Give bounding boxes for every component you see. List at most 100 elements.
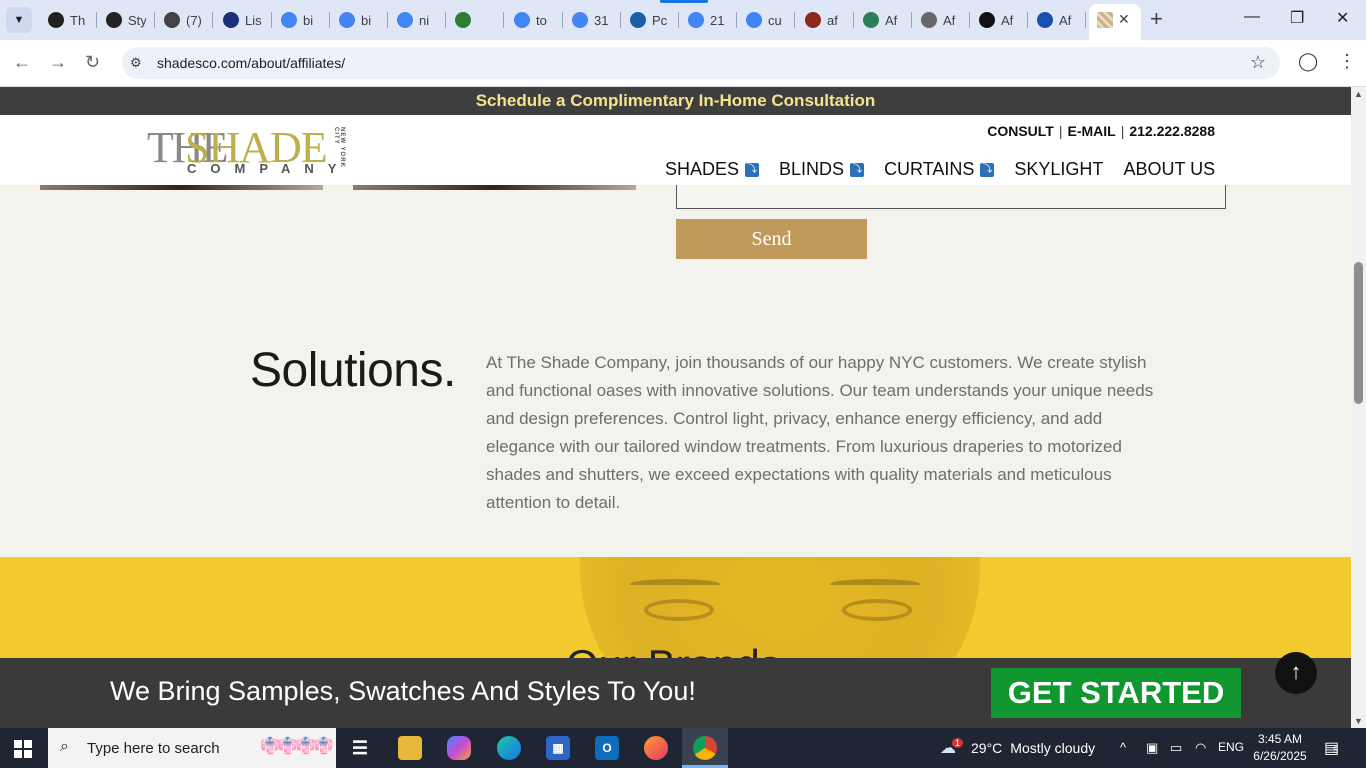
dropdown-arrow-icon[interactable]: ⤵ xyxy=(850,162,865,177)
page-scrollbar[interactable]: ▲ ▼ xyxy=(1351,87,1366,728)
face-brow-right xyxy=(830,579,920,589)
shade-company-logo[interactable]: THE SHADE COMPANY NEW YORK CITY xyxy=(147,123,347,179)
nav-item-blinds[interactable]: BLINDS ⤵ xyxy=(779,159,865,180)
nav-item-shades[interactable]: SHADES ⤵ xyxy=(665,159,760,180)
email-link[interactable]: E-MAIL xyxy=(1068,123,1116,139)
send-button[interactable]: Send xyxy=(676,219,867,259)
forward-button[interactable]: → xyxy=(49,52,67,73)
phone-link[interactable]: 212.222.8288 xyxy=(1129,123,1215,139)
language-indicator[interactable]: ENG xyxy=(1218,740,1244,754)
profile-icon[interactable]: ◯ xyxy=(1298,51,1318,72)
battery-icon[interactable]: ▭ xyxy=(1170,740,1182,756)
tab-title: Af xyxy=(1001,12,1014,28)
tab-separator xyxy=(794,12,795,28)
bookmark-star-icon[interactable]: ☆ xyxy=(1250,52,1266,73)
tab-separator xyxy=(620,12,621,28)
tab-title: af xyxy=(827,12,838,28)
taskbar-search-placeholder: Type here to search xyxy=(87,740,220,757)
tab[interactable]: Af xyxy=(913,6,971,34)
quora-icon xyxy=(164,12,180,28)
taskbar-clock[interactable]: 3:45 AM 6/26/2025 xyxy=(1250,731,1310,765)
tab-separator xyxy=(1085,12,1086,28)
chrome-taskbar-app[interactable] xyxy=(682,728,728,768)
tray-overflow-chevron-icon[interactable]: ^ xyxy=(1120,740,1126,755)
minimize-button[interactable]: — xyxy=(1244,8,1260,26)
tab-search-button[interactable]: ▼ xyxy=(6,7,32,33)
tab-separator xyxy=(969,12,970,28)
restore-button[interactable]: ❐ xyxy=(1290,8,1304,28)
tab-separator xyxy=(853,12,854,28)
consult-link[interactable]: CONSULT xyxy=(987,123,1054,139)
scroll-down-arrow-icon[interactable]: ▼ xyxy=(1354,716,1363,726)
nav-item-skylight[interactable]: SKYLIGHT xyxy=(1014,159,1103,180)
tab-separator xyxy=(911,12,912,28)
nav-item-curtains[interactable]: CURTAINS ⤵ xyxy=(884,159,995,180)
windows-start-button[interactable] xyxy=(14,740,32,758)
tab[interactable]: Th xyxy=(40,6,98,34)
tab[interactable]: Pc xyxy=(622,6,680,34)
scrollbar-thumb[interactable] xyxy=(1354,262,1363,404)
dropdown-arrow-icon[interactable]: ⤵ xyxy=(745,162,760,177)
nav-item-about-us[interactable]: ABOUT US xyxy=(1123,159,1215,180)
url-text[interactable]: shadesco.com/about/affiliates/ xyxy=(157,55,345,71)
tab[interactable]: Af xyxy=(971,6,1029,34)
tab-separator xyxy=(329,12,330,28)
nav-item-label: BLINDS xyxy=(779,159,845,179)
address-bar[interactable]: ⚙ shadesco.com/about/affiliates/ ☆ xyxy=(122,47,1280,79)
meet-now-icon[interactable]: ▣ xyxy=(1146,740,1158,756)
task-view-icon[interactable]: ☰ xyxy=(348,736,372,760)
file-explorer-icon[interactable] xyxy=(398,736,422,760)
tab[interactable]: 21 xyxy=(680,6,738,34)
dropdown-arrow-icon[interactable]: ⤵ xyxy=(980,162,995,177)
openai-icon xyxy=(106,12,122,28)
copilot-icon[interactable] xyxy=(447,736,471,760)
tab-title: Sty xyxy=(128,12,146,28)
page-viewport: Schedule a Complimentary In-Home Consult… xyxy=(0,87,1351,728)
tab[interactable]: to xyxy=(506,6,564,34)
edge-icon[interactable] xyxy=(497,736,521,760)
chevron-down-icon: ▼ xyxy=(13,14,25,26)
tab[interactable]: Sty xyxy=(98,6,156,34)
tab[interactable]: af xyxy=(797,6,855,34)
close-icon[interactable]: ✕ xyxy=(1118,11,1130,28)
tab[interactable]: (7) xyxy=(156,6,214,34)
tab-separator xyxy=(736,12,737,28)
tab-title: bi xyxy=(361,12,372,28)
scroll-up-arrow-icon[interactable]: ▲ xyxy=(1354,89,1363,99)
get-started-button[interactable]: GET STARTED xyxy=(991,668,1241,718)
gallery-image-left xyxy=(40,185,323,190)
tab-separator xyxy=(562,12,563,28)
tab[interactable]: Af xyxy=(855,6,913,34)
tab-separator xyxy=(212,12,213,28)
store-icon[interactable]: ▦ xyxy=(546,736,570,760)
firefox-icon[interactable] xyxy=(644,736,668,760)
tab[interactable]: Lis xyxy=(215,6,273,34)
consultation-banner[interactable]: Schedule a Complimentary In-Home Consult… xyxy=(0,87,1351,115)
reload-button[interactable]: ↻ xyxy=(85,52,100,73)
outlook-icon[interactable]: O xyxy=(595,736,619,760)
gallery-image-right xyxy=(353,185,636,190)
tab[interactable]: Af xyxy=(1029,6,1087,34)
tab[interactable] xyxy=(447,6,505,34)
weather-widget[interactable]: ☁ 1 29°C Mostly cloudy xyxy=(940,738,1095,758)
tab[interactable]: bi xyxy=(331,6,389,34)
wifi-icon[interactable]: ◠ xyxy=(1195,740,1206,756)
new-tab-button[interactable]: + xyxy=(1150,8,1163,30)
tab[interactable]: ni xyxy=(389,6,447,34)
notification-center-icon[interactable]: ▤5 xyxy=(1324,738,1339,758)
tab[interactable]: cu xyxy=(738,6,796,34)
clock-time: 3:45 AM xyxy=(1257,732,1303,746)
menu-kebab-icon[interactable]: ⋮ xyxy=(1338,51,1356,72)
tab-separator xyxy=(1027,12,1028,28)
tab-separator xyxy=(271,12,272,28)
scroll-to-top-button[interactable]: ↑ xyxy=(1275,652,1317,694)
taskbar-search-box[interactable]: ⌕ Type here to search 👘👘👘👘 xyxy=(48,728,336,768)
close-window-button[interactable]: ✕ xyxy=(1336,8,1349,28)
tab[interactable]: bi xyxy=(273,6,331,34)
tab[interactable]: 31 xyxy=(564,6,622,34)
back-button[interactable]: ← xyxy=(13,52,31,73)
site-info-icon[interactable]: ⚙ xyxy=(130,55,142,71)
contact-separator: | xyxy=(1120,123,1125,139)
message-textarea[interactable] xyxy=(676,185,1226,209)
tab-active[interactable]: ✕ xyxy=(1089,4,1141,40)
